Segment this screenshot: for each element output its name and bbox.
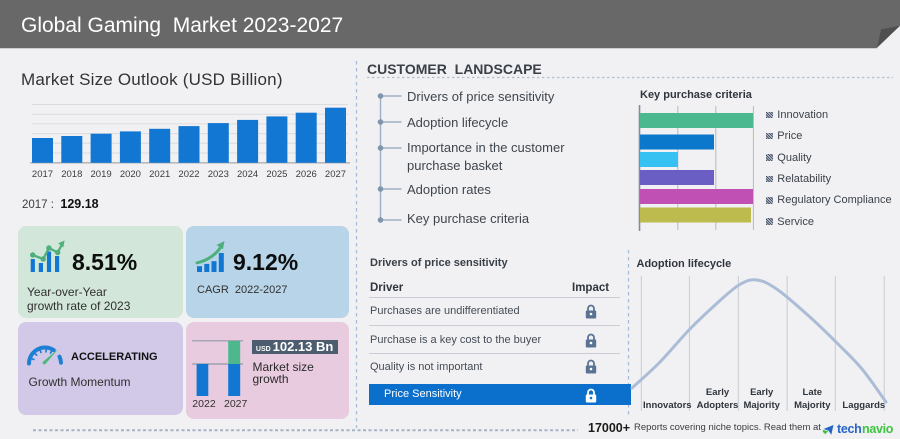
svg-text:2019: 2019	[91, 169, 112, 180]
svg-text:2017: 2017	[32, 169, 53, 180]
svg-text:2020: 2020	[120, 169, 141, 180]
svg-text:2022: 2022	[178, 169, 199, 180]
svg-text:navio: navio	[862, 422, 894, 436]
svg-text:2024: 2024	[237, 169, 258, 180]
svg-text:2026: 2026	[296, 169, 317, 180]
svg-text:2021: 2021	[149, 169, 170, 180]
svg-text:2025: 2025	[266, 169, 287, 180]
svg-text:2023: 2023	[208, 169, 229, 180]
svg-text:2027: 2027	[325, 169, 346, 180]
svg-text:tech: tech	[837, 422, 862, 436]
svg-text:2018: 2018	[61, 169, 82, 180]
